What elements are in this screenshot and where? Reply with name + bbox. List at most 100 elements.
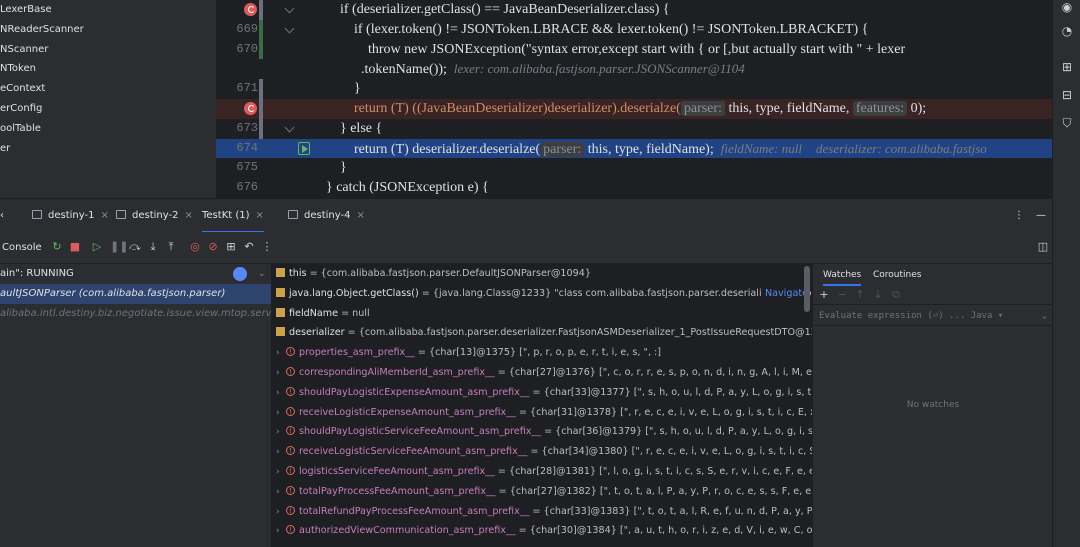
code-line: if (deserializer.getClass() == JavaBeanD… (216, 0, 1052, 20)
variable-row[interactable]: deserializer = {com.alibaba.fastjson.par… (272, 323, 812, 343)
close-icon[interactable]: × (256, 210, 264, 221)
fold-icon[interactable] (284, 122, 295, 133)
layout-settings-icon[interactable]: ◫ (1036, 240, 1050, 254)
code-text: throw new JSONException("syntax error,ex… (368, 41, 906, 57)
tab-destiny-2[interactable]: destiny-2 × (116, 199, 193, 233)
step-out-icon[interactable]: ⤒ (164, 240, 178, 254)
tab-destiny-4[interactable]: destiny-4 × (288, 199, 365, 233)
stack-frame[interactable]: aultJSONParser (com.alibaba.fastjson.par… (0, 284, 271, 304)
variable-row[interactable]: › properties_asm_prefix__ = {char[13]@137… (272, 343, 812, 363)
step-into-icon[interactable]: ⤓ (146, 240, 160, 254)
object-icon (276, 268, 285, 277)
close-icon[interactable]: × (100, 210, 108, 221)
ai-assistant-icon[interactable]: ◔ (1060, 24, 1074, 38)
variable-row[interactable]: ›logisticsServiceFeeAmount_asm_prefix__ … (272, 462, 812, 482)
code-editor[interactable]: if (deserializer.getClass() == JavaBeanD… (216, 0, 1052, 198)
tab-coroutines[interactable]: Coroutines (873, 264, 921, 286)
variable-row[interactable]: › receiveLogisticExpenseAmount_asm_prefix… (272, 403, 812, 423)
chevron-down-icon[interactable]: ⌄ (258, 264, 266, 284)
pause-icon[interactable]: ❚❚ (110, 240, 128, 254)
variable-row[interactable]: › correspondingAliMemberId_asm_prefix__ =… (272, 363, 812, 383)
stack-frame[interactable]: alibaba.intl.destiny.biz.negotiate.issue… (0, 304, 271, 324)
expand-icon[interactable]: › (276, 364, 286, 384)
hierarchy-icon[interactable]: ⊟ (1060, 88, 1074, 102)
breakpoint-icon[interactable] (244, 3, 257, 16)
expand-icon[interactable]: › (276, 404, 286, 424)
shield-icon[interactable]: ⛉ (1060, 116, 1074, 130)
close-icon[interactable]: × (356, 210, 364, 221)
expand-icon[interactable]: › (276, 384, 286, 404)
variable-row[interactable]: this = {com.alibaba.fastjson.parser.Defa… (272, 264, 812, 284)
code-text: if (lexer.token() != JSONToken.LBRACE &&… (354, 21, 869, 37)
more-options-icon[interactable]: ⋮ (260, 240, 274, 254)
filter-icon[interactable] (233, 267, 247, 281)
expand-icon[interactable]: › (276, 522, 286, 542)
variable-row[interactable]: › receiveLogisticServiceFeeAmount_asm_pre… (272, 442, 812, 462)
tree-item[interactable]: NReaderScanner (0, 20, 216, 40)
resume-icon[interactable]: ▷ (90, 240, 104, 254)
breakpoint-icon[interactable] (244, 102, 257, 115)
tree-item[interactable]: NToken (0, 59, 216, 79)
scrollbar[interactable] (804, 266, 810, 312)
evaluate-expression-input[interactable]: Evaluate expression (⏎) ... Java ▾ ⌄ (813, 304, 1053, 326)
tree-item[interactable]: er (0, 139, 216, 159)
variable-value: = {char[31]@1378} [", r, e, c, e, i, v, … (518, 406, 812, 418)
frames-panel: ain": RUNNING ⌄ aultJSONParser (com.alib… (0, 264, 272, 547)
move-down-icon[interactable]: ↓ (871, 288, 885, 302)
tab-testkt[interactable]: TestKt (1) × (202, 199, 264, 233)
expand-icon[interactable]: › (276, 423, 286, 443)
stop-icon[interactable]: ■ (68, 240, 82, 254)
execution-point-icon (298, 141, 310, 155)
expand-icon[interactable]: › (276, 483, 286, 503)
console-tab[interactable]: Console (2, 232, 42, 264)
remove-icon[interactable]: − (835, 288, 849, 302)
minimize-icon[interactable]: — (1036, 199, 1046, 233)
tree-item[interactable]: LexerBase (0, 0, 216, 20)
fold-icon[interactable] (284, 3, 295, 14)
tab-watches[interactable]: Watches (823, 264, 862, 286)
undo-icon[interactable]: ↶ (242, 240, 256, 254)
mute-breakpoints-icon[interactable]: ⊘ (206, 240, 220, 254)
navigate-link[interactable]: Navigate (760, 283, 808, 304)
expand-icon[interactable]: › (276, 344, 286, 364)
thread-selector[interactable]: ain": RUNNING ⌄ (0, 264, 271, 284)
tree-item[interactable]: erConfig (0, 99, 216, 119)
duplicate-icon[interactable]: ⧉ (889, 288, 903, 302)
view-breakpoints-icon[interactable]: ◎ (188, 240, 202, 254)
layout-icon[interactable]: ⊞ (224, 240, 238, 254)
variable-row[interactable]: › totalRefundPayProcessFeeAmount_asm_pref… (272, 502, 812, 522)
watch-add-icon[interactable]: + (817, 288, 831, 302)
variable-row[interactable]: › shouldPayLogisticServiceFeeAmount_asm_p… (272, 422, 812, 442)
close-icon[interactable]: × (184, 210, 192, 221)
chevron-down-icon[interactable]: ⌄ (1042, 305, 1047, 327)
expand-icon[interactable]: › (276, 503, 286, 523)
variable-row[interactable]: › shouldPayLogisticExpenseAmount_asm_pref… (272, 383, 812, 403)
fold-icon[interactable] (284, 23, 295, 34)
rerun-icon[interactable]: ↻ (50, 240, 64, 254)
variable-row[interactable]: › authorizedViewCommunication_asm_prefix_… (272, 521, 812, 541)
field-icon (286, 403, 295, 422)
field-icon (286, 383, 295, 403)
tree-item[interactable]: oolTable (0, 119, 216, 139)
code-line-breakpoint: return (T) ((JavaBeanDeserializer)deseri… (216, 99, 1052, 119)
tab-destiny-1[interactable]: destiny-1 × (32, 199, 109, 233)
empty-watches-text: No watches (906, 400, 960, 410)
code-text: } (354, 81, 361, 97)
expand-icon[interactable]: › (276, 443, 286, 463)
expand-icon[interactable]: › (276, 463, 286, 483)
variable-row[interactable]: › totalPayProcessFeeAmount_asm_prefix__ =… (272, 482, 812, 502)
code-text-part: return (T) deserializer.deserialze( (354, 141, 541, 157)
tree-item[interactable]: eContext (0, 79, 216, 99)
tree-item[interactable]: NScanner (0, 40, 216, 60)
code-line: 670 throw new JSONException("syntax erro… (216, 39, 1052, 60)
step-over-icon[interactable]: ⤼ (128, 240, 142, 254)
move-up-icon[interactable]: ↑ (853, 288, 867, 302)
more-tabs-icon[interactable]: ‹ (0, 199, 4, 233)
notifications-icon[interactable]: ◉ (1060, 0, 1074, 14)
watch-toolbar: + − ↑ ↓ ⧉ (813, 286, 1053, 304)
structure-icon[interactable]: ⊞ (1060, 60, 1074, 74)
more-options-icon[interactable]: ⋮ (1014, 199, 1024, 233)
variable-row[interactable]: fieldName = null (272, 304, 812, 324)
variable-row[interactable]: java.lang.Object.getClass() = {java.lang… (272, 283, 812, 304)
variable-name: properties_asm_prefix__ (299, 347, 415, 359)
